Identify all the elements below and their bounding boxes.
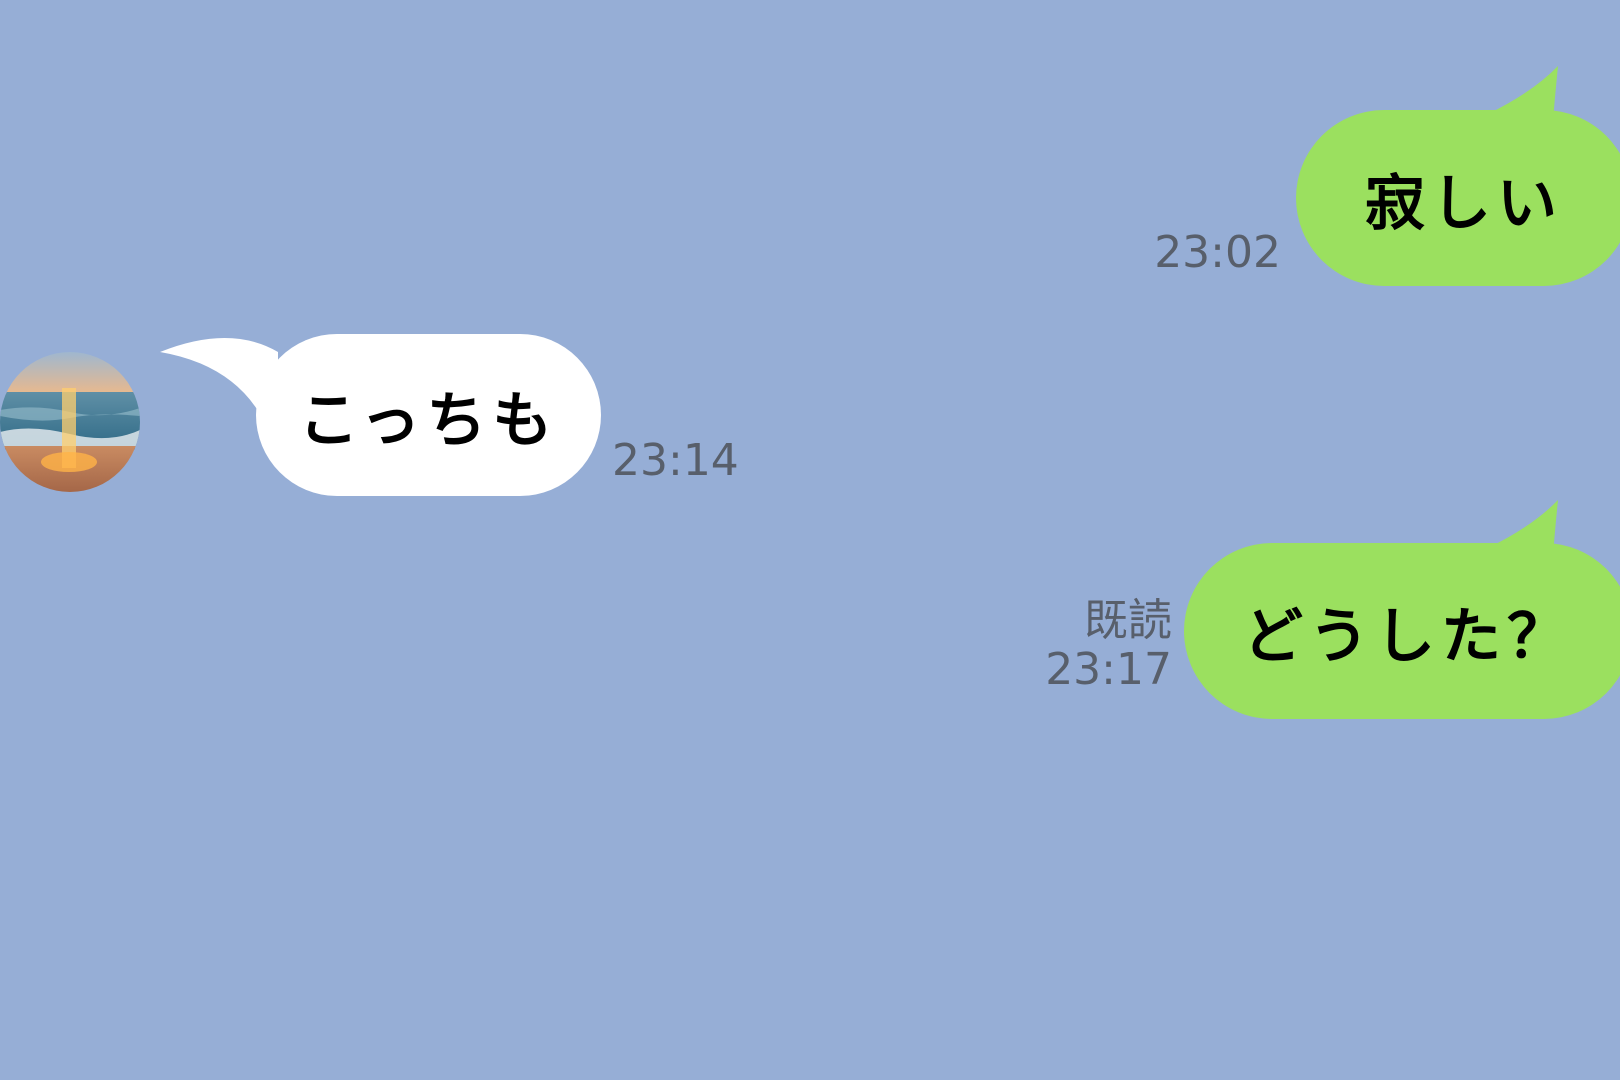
chat-area: 寂しい 23:02 こっちも 23:14 どうした？ 既読 23:17: [0, 0, 1620, 1080]
contact-avatar[interactable]: [0, 352, 140, 492]
message-time: 23:14: [612, 435, 739, 486]
message-bubble-sent[interactable]: 寂しい: [1296, 110, 1620, 286]
message-time: 23:17: [1045, 644, 1172, 696]
message-text: どうした？: [1243, 601, 1573, 672]
message-text: こっちも: [298, 385, 559, 456]
message-meta: 23:02: [1154, 227, 1281, 278]
sunset-ocean-avatar-image: [0, 352, 140, 492]
message-time: 23:02: [1154, 227, 1281, 278]
read-receipt: 既読: [1084, 595, 1172, 646]
message-text: 寂しい: [1365, 168, 1563, 239]
message-bubble-sent[interactable]: どうした？: [1184, 543, 1620, 719]
message-meta: 既読 23:17: [1045, 596, 1172, 695]
message-bubble-received[interactable]: こっちも: [256, 334, 601, 496]
message-meta: 23:14: [612, 435, 739, 486]
